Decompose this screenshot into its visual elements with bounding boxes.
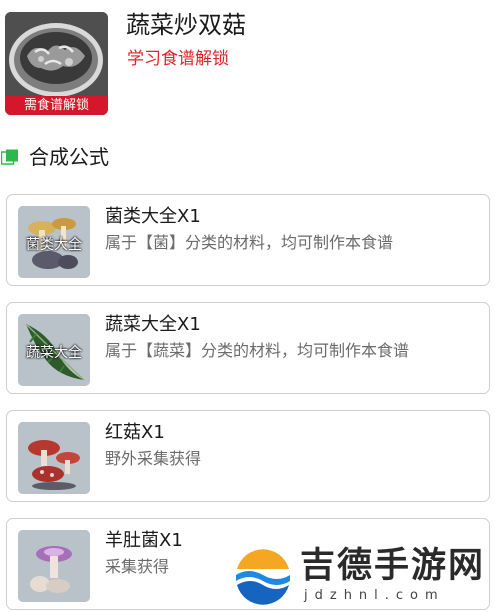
watermark-domain: jdzhnl.com xyxy=(304,588,445,603)
vegetable-category-image: 蔬菜大全 xyxy=(18,314,90,386)
ingredient-name: 蔬菜大全X1 xyxy=(105,314,201,335)
recipe-formula-heading: 合成公式 xyxy=(0,142,300,172)
recipe-lock-badge: 需食谱解锁 xyxy=(5,96,108,115)
ingredient-card-red-mushroom[interactable]: 红菇X1 野外采集获得 xyxy=(6,410,490,502)
ingredient-name: 红菇X1 xyxy=(105,422,165,443)
ingredient-name: 菌类大全X1 xyxy=(105,206,201,227)
unlock-hint: 学习食谱解锁 xyxy=(127,49,229,69)
thumb-caption: 蔬菜大全 xyxy=(26,345,82,361)
ingredient-card-mushroom-category[interactable]: 菌类大全 菌类大全X1 属于【菌】分类的材料，均可制作本食谱 xyxy=(6,194,490,286)
recipe-title: 蔬菜炒双菇 xyxy=(126,11,246,39)
ingredient-desc: 属于【菌】分类的材料，均可制作本食谱 xyxy=(105,233,394,252)
ingredient-name: 羊肚菌X1 xyxy=(105,530,183,551)
ingredient-card-vegetable-category[interactable]: 蔬菜大全 蔬菜大全X1 属于【蔬菜】分类的材料，均可制作本食谱 xyxy=(6,302,490,394)
recipe-header: 需食谱解锁 蔬菜炒双菇 学习食谱解锁 xyxy=(0,0,500,120)
thumb-caption: 菌类大全 xyxy=(26,237,82,253)
morel-mushroom-image xyxy=(18,530,90,602)
section-square-icon xyxy=(1,149,18,165)
red-mushroom-image xyxy=(18,422,90,494)
dish-image: 需食谱解锁 xyxy=(5,12,108,115)
ingredient-desc: 采集获得 xyxy=(105,557,170,576)
section-title: 合成公式 xyxy=(29,145,109,169)
mushroom-category-image: 菌类大全 xyxy=(18,206,90,278)
ingredient-desc: 野外采集获得 xyxy=(105,449,202,468)
wave-logo-icon xyxy=(235,549,291,605)
watermark-title: 吉德手游网 xyxy=(300,546,486,586)
site-watermark: 吉德手游网 jdzhnl.com xyxy=(233,543,500,612)
ingredient-desc: 属于【蔬菜】分类的材料，均可制作本食谱 xyxy=(105,341,410,360)
